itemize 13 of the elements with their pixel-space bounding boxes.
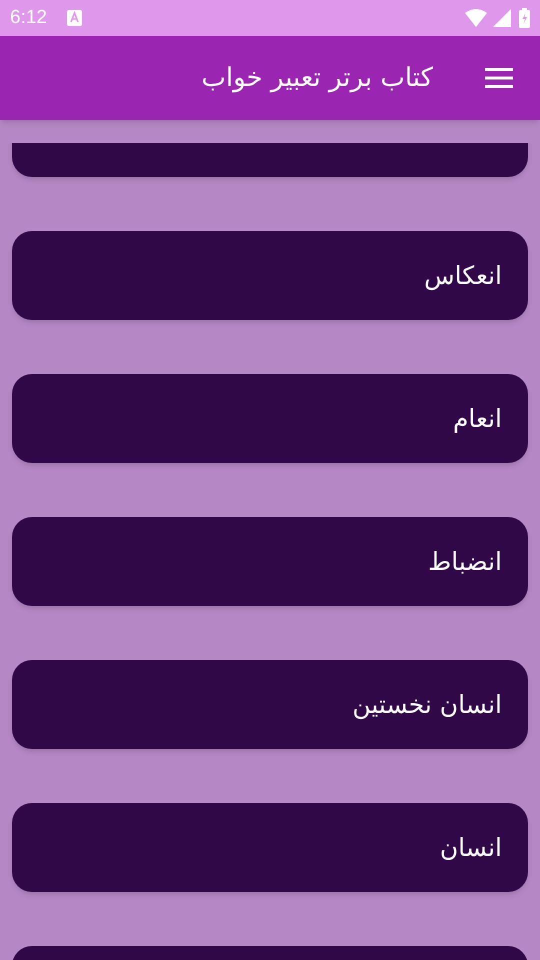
app-title: کتاب برتر تعبیر خواب <box>201 62 433 94</box>
wifi-icon <box>465 9 487 27</box>
list-item-button[interactable]: انضباط <box>12 517 528 606</box>
list-item-button[interactable]: انعکاس <box>12 231 528 320</box>
status-time: 6:12 <box>10 6 47 30</box>
signal-icon <box>493 9 511 27</box>
battery-icon <box>519 8 530 28</box>
list-item-button[interactable]: انسان <box>12 803 528 892</box>
menu-button[interactable] <box>485 67 513 89</box>
list-item-button[interactable]: انعام <box>12 374 528 463</box>
menu-icon <box>485 68 513 88</box>
list-item-button[interactable]: انسان نخستین <box>12 660 528 749</box>
notification-icon <box>66 10 82 26</box>
